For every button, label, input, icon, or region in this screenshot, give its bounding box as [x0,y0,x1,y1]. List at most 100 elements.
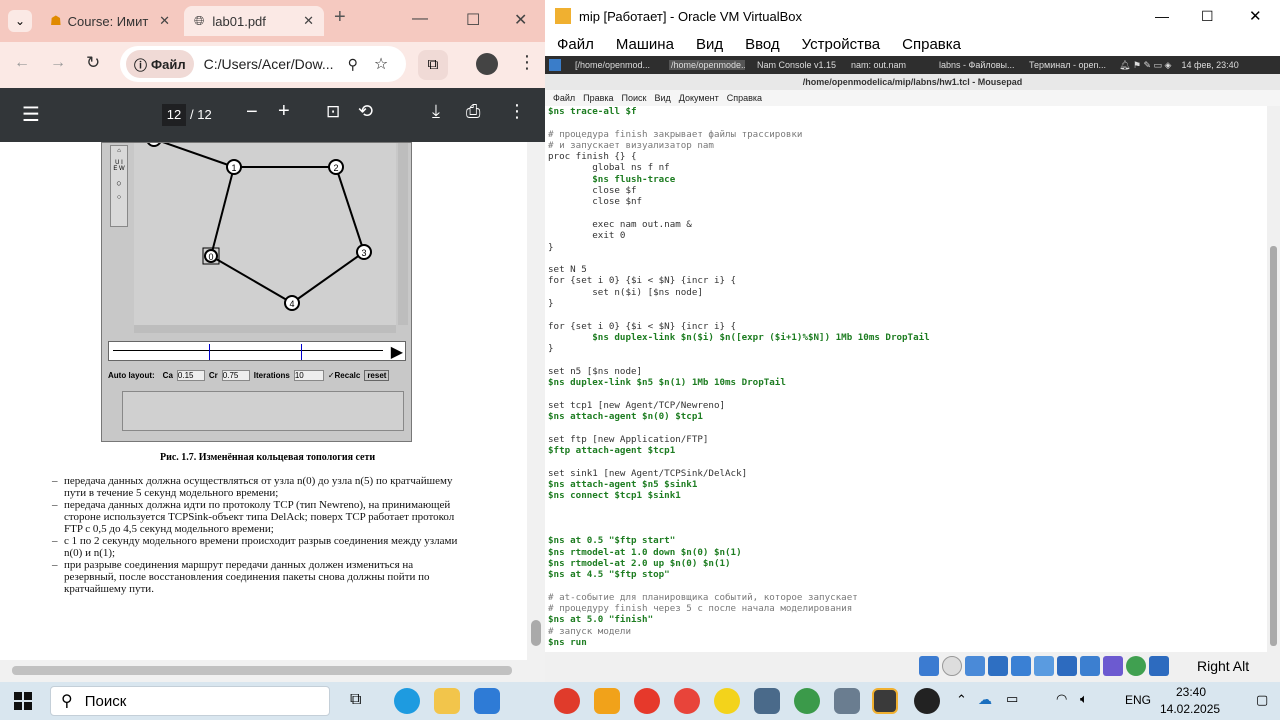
virtualbox-box-icon[interactable] [834,688,860,714]
minimize-button[interactable]: — [412,10,428,28]
editor-scrollbar[interactable] [1267,106,1280,652]
yellow-app-icon[interactable] [714,688,740,714]
wifi-icon[interactable]: ◠ [1056,691,1067,707]
chrome-active-icon[interactable] [794,688,820,714]
file-explorer-icon[interactable] [434,688,460,714]
yandex-icon[interactable] [634,688,660,714]
cr-field[interactable]: 0.75 [221,369,250,381]
clock-date[interactable]: 14.02.2025 [1160,702,1220,716]
hamburger-menu-icon[interactable]: ☰ [22,102,40,127]
pdf-hscrollbar[interactable] [0,660,545,682]
mp-menu-view[interactable]: Вид [655,93,671,103]
usb-icon[interactable] [1011,656,1031,676]
pc-icon[interactable] [754,688,780,714]
xfce-menu-icon[interactable] [549,59,561,71]
node-0[interactable]: 0 [202,247,220,265]
guest-task-4[interactable]: nam: out.nam [851,60,931,70]
nam-timeline[interactable]: ▶ [108,341,406,361]
tab-pdf[interactable]: 🌐︎ lab01.pdf ✕ [184,6,324,36]
shared-folder-icon[interactable] [1034,656,1054,676]
task-view-icon[interactable]: ⧉ [350,691,361,709]
mp-menu-search[interactable]: Поиск [622,93,647,103]
close-tab-icon[interactable]: ✕ [159,13,170,29]
node-1[interactable]: 1 [226,159,242,175]
display-tray-icon[interactable]: ▭ [1006,691,1018,707]
close-window-button[interactable]: ✕ [1249,7,1262,25]
code-editor[interactable]: $ns trace-all $f # процедура finish закр… [545,106,1267,652]
optical-icon[interactable] [942,656,962,676]
nam-hscroll[interactable] [134,325,396,333]
guest-task-2[interactable]: /home/openmode... [669,60,745,70]
hdd-icon[interactable] [919,656,939,676]
iterations-field[interactable]: 10 [293,369,324,381]
guest-task-6[interactable]: Терминал - open... [1029,60,1111,70]
ui-ew-tool[interactable]: U IE W [111,160,127,172]
menu-view[interactable]: Вид [696,36,723,53]
mp-menu-help[interactable]: Справка [727,93,762,103]
pdf-vscrollbar[interactable] [527,142,545,660]
star-app-icon[interactable] [594,688,620,714]
minimize-button[interactable]: — [1155,8,1169,24]
node-3[interactable]: 3 [356,244,372,260]
download-icon[interactable]: ⤓ [432,101,440,122]
guest-task-5[interactable]: labns - Файловы... [939,60,1021,70]
small-circle-tool-icon[interactable]: ○ [111,194,127,201]
network-icon[interactable] [988,656,1008,676]
zoom-in-icon[interactable]: + [278,100,290,123]
mp-menu-file[interactable]: Файл [553,93,575,103]
obs-icon[interactable] [914,688,940,714]
back-icon[interactable]: ← [14,54,30,72]
menu-help[interactable]: Справка [902,36,961,53]
star-icon[interactable]: ☆ [374,54,388,74]
maximize-button[interactable]: ☐ [1201,8,1214,25]
menu-file[interactable]: Файл [557,36,594,53]
close-window-button[interactable]: ✕ [514,10,527,30]
display-icon[interactable] [1057,656,1077,676]
node-2[interactable]: 2 [328,159,344,175]
close-tab-icon[interactable]: ✕ [303,13,314,29]
avatar[interactable] [476,53,498,75]
pdf-more-icon[interactable]: ⋮ [508,101,526,122]
menu-machine[interactable]: Машина [616,36,674,53]
circle-tool-icon[interactable]: ○ [111,178,127,188]
page-number-input[interactable]: 12 [162,104,186,126]
new-tab-button[interactable]: + [334,6,346,29]
vt-x-icon[interactable] [1103,656,1123,676]
recording-icon[interactable] [1080,656,1100,676]
language-indicator[interactable]: ENG [1125,693,1151,707]
volume-icon[interactable]: 🔈︎ [1080,691,1088,707]
menu-devices[interactable]: Устройства [802,36,880,53]
print-icon[interactable]: ⎙ [466,101,480,122]
audio-icon[interactable] [965,656,985,676]
ca-field[interactable]: 0.15 [176,369,205,381]
extensions-icon[interactable]: ⧉ [418,50,448,80]
forward-icon[interactable]: → [50,54,66,72]
notifications-icon[interactable]: ▢ [1256,692,1268,708]
reset-button[interactable]: reset [364,369,390,381]
site-info-chip[interactable]: ⓘ Файл [126,50,194,78]
mouse-integration-icon[interactable] [1126,656,1146,676]
edit-tool-icon[interactable]: ⌂ [111,148,127,154]
fit-page-icon[interactable]: ⊡ [326,102,340,122]
chrome-icon[interactable] [674,688,700,714]
virtualbox-vm-icon[interactable] [872,688,898,714]
maximize-button[interactable]: ☐ [466,10,480,30]
reload-icon[interactable]: ↻ [86,53,100,73]
mp-menu-document[interactable]: Документ [679,93,719,103]
rotate-icon[interactable]: ⟲ [358,101,373,122]
more-menu-icon[interactable]: ⋮ [518,52,536,73]
start-button[interactable] [14,692,32,710]
tab-course[interactable]: ☗ Course: Имит ✕ [40,6,180,36]
recalc-checkbox[interactable]: ✓Recalc [328,371,361,380]
tray-chevron-icon[interactable]: ⌃ [956,692,967,708]
tab-search-button[interactable]: ⌄ [8,10,32,32]
edge-icon[interactable] [394,688,420,714]
store-icon[interactable] [474,688,500,714]
omnibox[interactable]: ⓘ Файл C:/Users/Acer/Dow... ⚲ ☆ [120,46,406,82]
onedrive-icon[interactable]: ☁ [978,691,992,708]
clock-time[interactable]: 23:40 [1176,685,1206,699]
zoom-out-icon[interactable]: − [246,101,258,124]
mp-menu-edit[interactable]: Правка [583,93,613,103]
keyboard-capture-icon[interactable] [1149,656,1169,676]
taskbar-search[interactable]: ⚲ Поиск [50,686,330,716]
